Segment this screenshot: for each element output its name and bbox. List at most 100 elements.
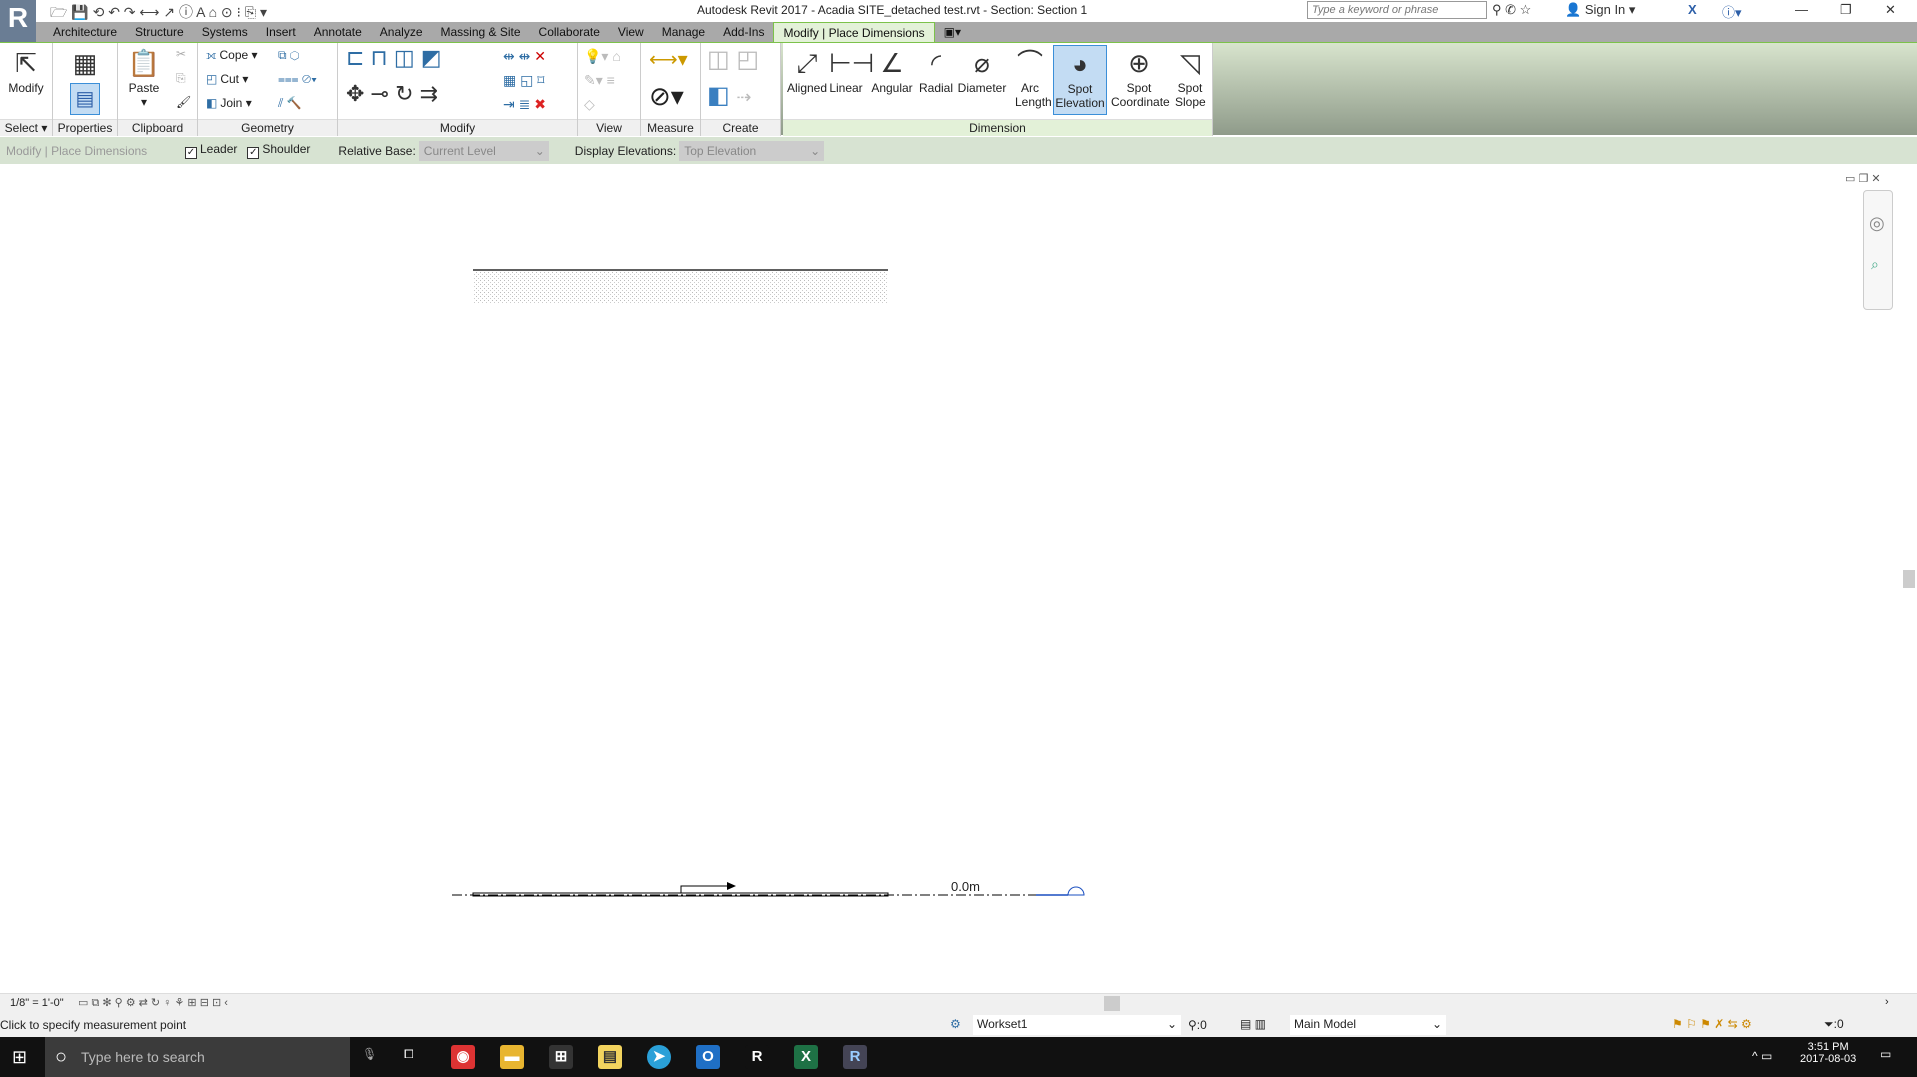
cut-clipboard-icon[interactable]: ✂ — [176, 47, 186, 61]
shoulder-checkbox[interactable]: ✓ Shoulder — [247, 142, 310, 159]
create-similar-icon[interactable]: ◫ ◰ — [707, 45, 759, 74]
move-icon[interactable]: ✥ ⊸ ↻ ⇉ — [346, 81, 438, 107]
tab-modify-place-dimensions[interactable]: Modify | Place Dimensions — [773, 22, 935, 42]
align-icon[interactable]: ⊏ ⊓ ◫ ◩ — [346, 45, 442, 71]
steering-wheel-icon[interactable]: ◎ — [1869, 213, 1885, 234]
spot-slope-button[interactable]: ◹ Spot Slope — [1171, 45, 1209, 109]
delete-icon[interactable]: ⇥ ≣ ✖ — [503, 96, 546, 113]
ribbon-minimize-toggle[interactable]: ▣▾ — [935, 22, 970, 42]
relative-base-select[interactable]: Current Level ⌄ — [418, 140, 549, 161]
paint-icon[interactable]: ⫽ 🔨 — [278, 96, 302, 111]
worksets-icon[interactable]: ⚙ — [950, 1017, 961, 1031]
chrome-icon[interactable]: ◉ — [451, 1045, 475, 1069]
exchange-apps-icon[interactable]: X — [1688, 2, 1697, 17]
revit-viewer-icon[interactable]: R — [745, 1045, 769, 1069]
tab-view[interactable]: View — [609, 22, 653, 42]
sign-in-button[interactable]: 👤 Sign In ▾ — [1565, 2, 1635, 18]
notification-icon[interactable]: ▭ — [1880, 1047, 1891, 1061]
restore-button[interactable]: ❐ — [1840, 2, 1852, 18]
view-window-controls[interactable]: ▭ ❐ ✕ — [1845, 172, 1881, 185]
match-properties-icon[interactable]: 🖌 — [176, 95, 191, 109]
leader-checkbox[interactable]: ✓ Leader — [185, 142, 237, 159]
radial-button[interactable]: ◜ Radial — [916, 45, 956, 95]
offset-icon[interactable]: ⇹ ⇹ ✕ — [503, 48, 546, 65]
sticky-notes-icon[interactable]: ▤ — [598, 1045, 622, 1069]
taskbar-search-input[interactable]: ○ Type here to search — [45, 1037, 350, 1077]
paste-button[interactable]: 📋 Paste ▾ — [124, 45, 164, 109]
close-button[interactable]: ✕ — [1885, 2, 1896, 18]
vertical-scrollbar[interactable] — [1900, 170, 1917, 993]
file-explorer-icon[interactable]: ▬ — [500, 1045, 524, 1069]
tab-add-ins[interactable]: Add-Ins — [714, 22, 773, 42]
view-control-icons[interactable]: ▭ ⧉ ✻ ⚲ ⚙ ⇄ ↻ ♀ ⚘ ⊞ ⊟ ⊡ ‹ — [78, 996, 228, 1010]
elevation-value-text[interactable]: 0.0m — [951, 879, 980, 894]
excel-icon[interactable]: X — [794, 1045, 818, 1069]
editable-only-indicator[interactable]: ⚲:0 — [1188, 1018, 1207, 1032]
modify-button[interactable]: ⇱ Modify — [6, 45, 46, 95]
eraser-icon[interactable]: ◇ — [584, 96, 595, 113]
task-view-icon[interactable]: ⧠ — [404, 1047, 414, 1062]
store-icon[interactable]: ⊞ — [549, 1045, 573, 1069]
angular-icon: ∠ — [880, 48, 904, 78]
tab-analyze[interactable]: Analyze — [371, 22, 432, 42]
filter-icon[interactable]: ⏷:0 — [1824, 1017, 1844, 1032]
help-search-input[interactable]: Type a keyword or phrase — [1307, 1, 1487, 19]
select-dropdown[interactable]: Select ▾ — [0, 119, 52, 136]
windows-start-icon[interactable]: ⊞ — [12, 1047, 27, 1068]
cope-button[interactable]: ⟗ Cope ▾ — [206, 48, 258, 63]
tab-collaborate[interactable]: Collaborate — [530, 22, 609, 42]
selection-toggles-icons[interactable]: ⚑ ⚐ ⚑ ✗ ⇆ ⚙ — [1672, 1017, 1752, 1031]
create-group-icon[interactable]: ◧ ⇢ — [707, 81, 751, 110]
binoculars-icon[interactable]: ⚲ ✆ ☆ — [1492, 2, 1531, 18]
scroll-right-icon[interactable]: › — [1885, 996, 1889, 1008]
horizontal-scroll-thumb[interactable] — [1104, 996, 1120, 1011]
dimension-icon[interactable]: ⊘▾ — [649, 81, 684, 112]
dimension-label: Dimension — [783, 119, 1212, 136]
display-elevations-select[interactable]: Top Elevation ⌄ — [679, 140, 825, 161]
help-icon[interactable]: ⓘ▾ — [1722, 2, 1742, 21]
clock-date: 2017-08-03 — [1800, 1053, 1857, 1065]
tab-massing-site[interactable]: Massing & Site — [432, 22, 530, 42]
tab-manage[interactable]: Manage — [653, 22, 714, 42]
tab-insert[interactable]: Insert — [257, 22, 305, 42]
drawing-canvas[interactable]: 0.0m ▭ ❐ ✕ — [0, 164, 1917, 993]
tab-systems[interactable]: Systems — [193, 22, 257, 42]
linework-icon[interactable]: ✎▾ ≡ — [584, 72, 615, 89]
properties-button[interactable]: ▤ — [70, 83, 100, 115]
angular-button[interactable]: ∠ Angular — [870, 45, 914, 95]
zoom-icon[interactable]: ⌕ — [1871, 256, 1879, 273]
cut-button[interactable]: ◰ Cut ▾ — [206, 72, 248, 86]
spot-coordinate-button[interactable]: ⊕ Spot Coordinate — [1109, 45, 1170, 109]
microphone-icon[interactable]: 🎙 — [362, 1047, 377, 1061]
system-tray-icons[interactable]: ^ ▭ — [1752, 1049, 1772, 1063]
tab-annotate[interactable]: Annotate — [305, 22, 371, 42]
workset-select[interactable]: Workset1 ⌄ — [973, 1015, 1181, 1035]
spot-elevation-button[interactable]: ◕ Spot Elevation — [1053, 45, 1107, 115]
outlook-icon[interactable]: O — [696, 1045, 720, 1069]
diameter-button[interactable]: ⌀ Diameter — [957, 45, 1007, 95]
view-scale[interactable]: 1/8" = 1'-0" — [10, 997, 64, 1009]
copy-icon[interactable]: ⎘ — [176, 71, 186, 86]
scroll-thumb[interactable] — [1903, 570, 1915, 588]
telegram-icon[interactable]: ➤ — [647, 1045, 671, 1069]
measure-icon[interactable]: ⟷▾ — [649, 47, 688, 72]
navigation-bar[interactable]: ◎ ⌕ — [1863, 190, 1893, 310]
arc-length-button[interactable]: ⌒ Arc Length — [1009, 45, 1052, 109]
display-elevations-value: Top Elevation — [684, 143, 757, 158]
geometry-tools-icon[interactable]: ⧉ ⬡ — [278, 48, 300, 63]
join-button[interactable]: ◧ Join ▾ — [206, 96, 252, 110]
design-option-select[interactable]: Main Model ⌄ — [1290, 1015, 1446, 1035]
clock[interactable]: 3:51 PM 2017-08-03 — [1800, 1041, 1856, 1065]
revit-taskbar-icon[interactable]: R — [843, 1045, 867, 1069]
aligned-button[interactable]: ⤢ Aligned — [787, 45, 827, 95]
application-menu-button[interactable]: R — [0, 0, 36, 42]
tab-structure[interactable]: Structure — [126, 22, 193, 42]
tab-architecture[interactable]: Architecture — [44, 22, 126, 42]
minimize-button[interactable]: — — [1795, 2, 1808, 17]
linear-button[interactable]: ⊢⊣ Linear — [829, 45, 874, 95]
design-options-icon[interactable]: ▤ ▥ — [1240, 1017, 1266, 1031]
split-face-icon[interactable]: ⩶ ⊘▾ — [278, 72, 317, 87]
type-properties-button[interactable]: ▦ — [67, 45, 103, 81]
array-icon[interactable]: ▦ ◱ ⌑ — [503, 72, 544, 89]
hide-icon[interactable]: 💡▾ ⌂ — [584, 48, 621, 65]
